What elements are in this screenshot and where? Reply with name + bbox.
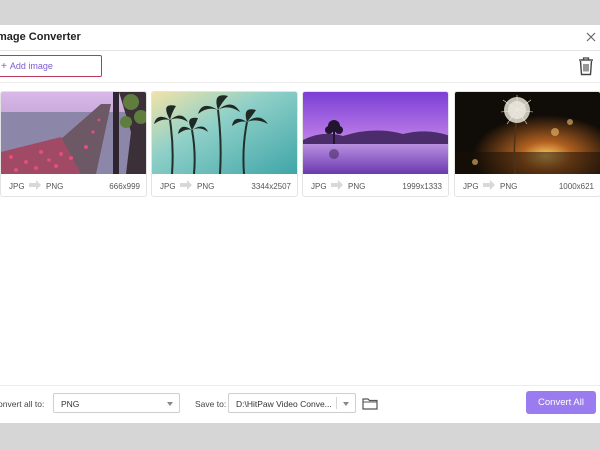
source-format: JPG [160, 182, 176, 191]
arrow-right-icon [29, 180, 41, 190]
target-format: PNG [197, 182, 215, 191]
image-dimensions: 1999x1333 [402, 182, 442, 191]
footer-bar: onvert all to: PNG Save to: D:\HitPaw Vi… [0, 385, 600, 423]
image-converter-window: mage Converter + Add image JPG PNG 666x9… [0, 25, 600, 423]
image-card[interactable]: JPG PNG 1999x1333 [302, 91, 449, 197]
arrow-right-icon [180, 180, 192, 190]
image-info: JPG PNG 666x999 [1, 174, 146, 196]
image-dimensions: 1000x621 [558, 182, 594, 191]
add-image-button[interactable]: + Add image [0, 55, 102, 77]
chevron-down-icon [167, 402, 173, 406]
target-format: PNG [348, 182, 366, 191]
image-card[interactable]: JPG PNG 3344x2507 [151, 91, 298, 197]
add-image-label: Add image [9, 61, 53, 71]
target-format: PNG [46, 182, 64, 191]
source-format: JPG [311, 182, 327, 191]
trash-icon[interactable] [577, 56, 595, 76]
close-icon[interactable] [584, 30, 598, 44]
target-format: PNG [500, 182, 518, 191]
source-format: JPG [9, 182, 25, 191]
convert-all-button[interactable]: Convert All [526, 391, 596, 414]
folder-icon[interactable] [362, 397, 378, 410]
save-to-label: Save to: [195, 399, 227, 409]
select-divider [336, 397, 337, 409]
chevron-down-icon [343, 402, 349, 406]
plus-icon: + [1, 60, 7, 72]
window-title: mage Converter [0, 31, 81, 43]
image-dimensions: 666x999 [109, 182, 140, 191]
image-card[interactable]: JPG PNG 666x999 [0, 91, 147, 197]
image-thumbnail [152, 92, 297, 174]
image-thumbnail [1, 92, 146, 174]
convert-all-label: onvert all to: [0, 399, 45, 409]
source-format: JPG [463, 182, 479, 191]
format-select[interactable]: PNG [53, 393, 180, 413]
toolbar: + Add image [0, 51, 600, 83]
arrow-right-icon [483, 180, 495, 190]
image-thumbnail [303, 92, 448, 174]
image-info: JPG PNG 1000x621 [455, 174, 600, 196]
save-path-select[interactable]: D:\HitPaw Video Conve... [228, 393, 356, 413]
image-list: JPG PNG 666x999 JPG PNG 3344x2507 JPG PN… [0, 91, 600, 203]
save-path-value: D:\HitPaw Video Conve... [236, 399, 332, 409]
image-info: JPG PNG 1999x1333 [303, 174, 448, 196]
title-bar: mage Converter [0, 25, 600, 51]
image-thumbnail [455, 92, 600, 174]
arrow-right-icon [331, 180, 343, 190]
image-card[interactable]: JPG PNG 1000x621 [454, 91, 600, 197]
image-info: JPG PNG 3344x2507 [152, 174, 297, 196]
format-select-value: PNG [61, 399, 80, 409]
image-dimensions: 3344x2507 [251, 182, 291, 191]
